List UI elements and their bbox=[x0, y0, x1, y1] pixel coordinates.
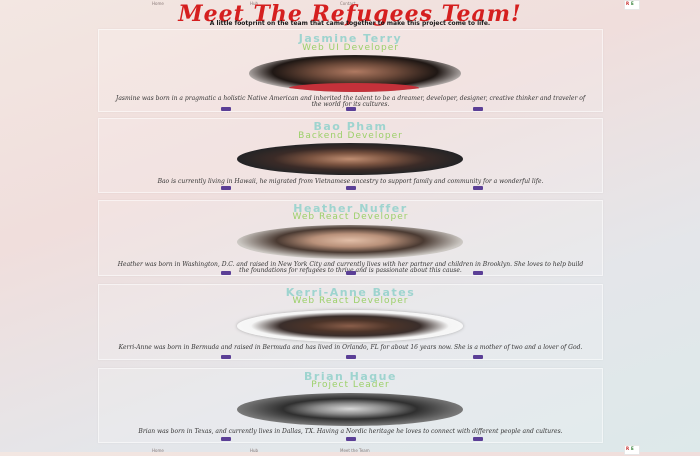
member-role: Web UI Developer bbox=[302, 43, 399, 53]
linkedin-icon[interactable] bbox=[221, 271, 231, 275]
team-card: Jasmine Terry Web UI Developer Jasmine w… bbox=[98, 29, 603, 112]
github-icon[interactable] bbox=[346, 107, 356, 111]
github-icon[interactable] bbox=[346, 186, 356, 190]
member-bio: Kerri-Anne was born in Bermuda and raise… bbox=[118, 344, 583, 351]
email-icon[interactable] bbox=[473, 355, 483, 359]
email-icon[interactable] bbox=[473, 437, 483, 441]
footer-home-link[interactable]: Home bbox=[152, 448, 164, 454]
linkedin-icon[interactable] bbox=[221, 437, 231, 441]
avatar bbox=[237, 393, 463, 426]
email-icon[interactable] bbox=[473, 271, 483, 275]
bottom-nav: Home Hub Meet the Team R E bbox=[0, 445, 700, 456]
member-bio: Brian was born in Texas, and currently l… bbox=[138, 428, 563, 435]
member-role: Backend Developer bbox=[298, 131, 403, 141]
linkedin-icon[interactable] bbox=[221, 355, 231, 359]
team-card: Bao Pham Backend Developer Bao is curren… bbox=[98, 118, 603, 193]
avatar bbox=[237, 225, 463, 259]
member-role: Project Leader bbox=[311, 380, 390, 390]
avatar bbox=[237, 310, 463, 342]
github-icon[interactable] bbox=[346, 271, 356, 275]
member-bio: Bao is currently living in Hawaii, he mi… bbox=[157, 178, 544, 185]
email-icon[interactable] bbox=[473, 186, 483, 190]
member-role: Web React Developer bbox=[292, 212, 409, 222]
page-subtitle: A little footprint on the team that came… bbox=[209, 20, 491, 27]
linkedin-icon[interactable] bbox=[221, 186, 231, 190]
avatar bbox=[249, 55, 461, 92]
team-card: Heather Nuffer Web React Developer Heath… bbox=[98, 200, 603, 276]
logo-icon[interactable]: R E bbox=[624, 445, 640, 455]
linkedin-icon[interactable] bbox=[221, 107, 231, 111]
footer-team-link[interactable]: Meet the Team bbox=[340, 448, 370, 454]
footer-hub-link[interactable]: Hub bbox=[250, 448, 258, 454]
avatar-clothing bbox=[289, 83, 419, 92]
team-card: Brian Hague Project Leader Brian was bor… bbox=[98, 368, 603, 443]
github-icon[interactable] bbox=[346, 437, 356, 441]
member-role: Web React Developer bbox=[292, 296, 409, 306]
avatar bbox=[237, 143, 463, 175]
email-icon[interactable] bbox=[473, 107, 483, 111]
github-icon[interactable] bbox=[346, 355, 356, 359]
team-card: Kerri-Anne Bates Web React Developer Ker… bbox=[98, 284, 603, 360]
